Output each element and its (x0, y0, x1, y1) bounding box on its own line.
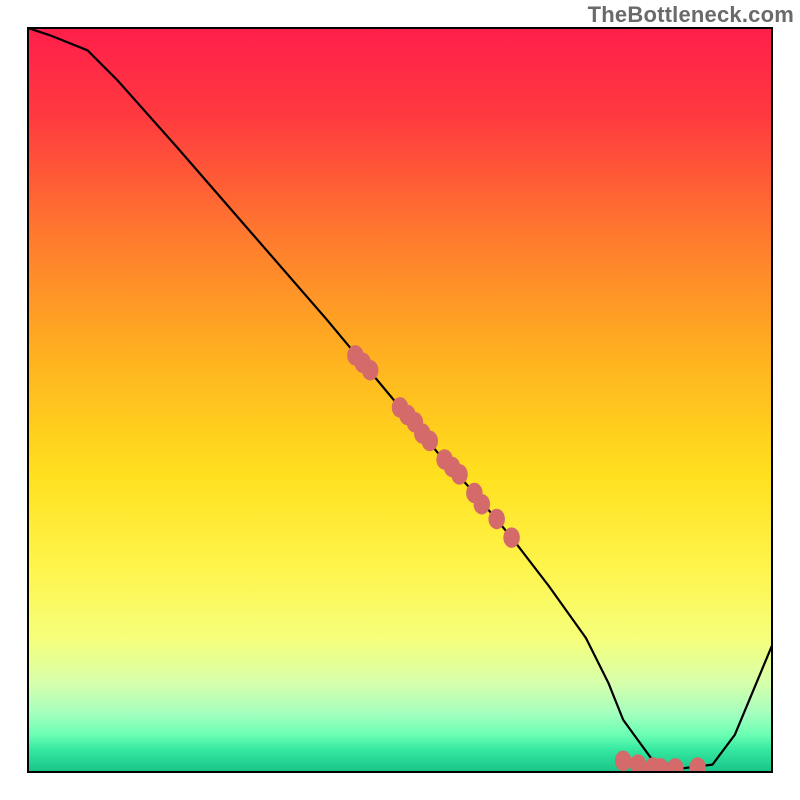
data-point (653, 759, 668, 778)
data-point (422, 431, 437, 450)
data-point (690, 758, 705, 777)
data-point (474, 495, 489, 514)
data-point (668, 759, 683, 778)
chart-svg (0, 0, 800, 800)
data-point (452, 465, 467, 484)
data-point (504, 528, 519, 547)
data-point (616, 751, 631, 770)
data-point (363, 361, 378, 380)
chart-container: TheBottleneck.com (0, 0, 800, 800)
watermark-text: TheBottleneck.com (588, 2, 794, 28)
data-point (489, 510, 504, 529)
